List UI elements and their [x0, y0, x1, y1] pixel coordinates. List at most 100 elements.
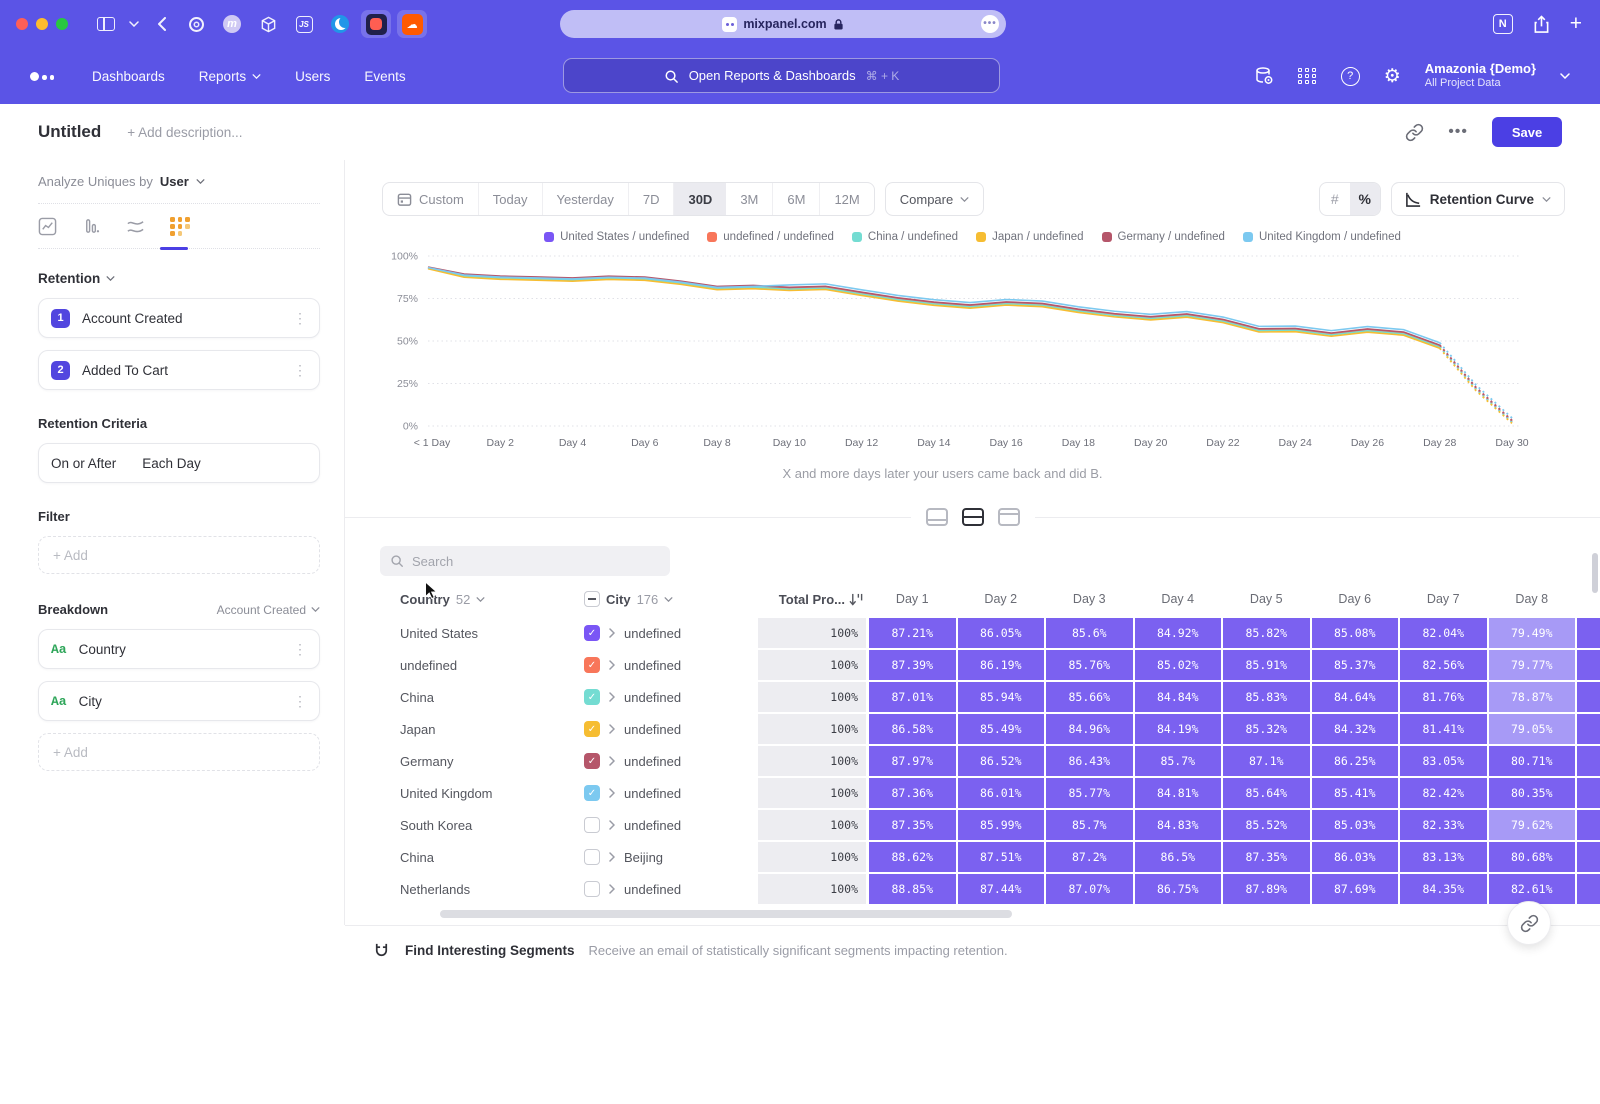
column-header-day[interactable]: Day 6 — [1311, 592, 1400, 606]
close-window-button[interactable] — [16, 18, 28, 30]
retention-cell[interactable]: 85.52% — [1223, 810, 1310, 840]
row-checkbox[interactable]: ✓ — [584, 625, 600, 641]
report-title[interactable]: Untitled — [38, 122, 101, 142]
retention-cell[interactable]: 85.91% — [1223, 650, 1310, 680]
save-button[interactable]: Save — [1492, 117, 1562, 147]
column-header-day[interactable]: Day 2 — [957, 592, 1046, 606]
chevron-right-icon[interactable] — [609, 659, 615, 671]
retention-cell[interactable]: 85.08% — [1312, 618, 1399, 648]
step-card-2[interactable]: 2 Added To Cart ⋮ — [38, 350, 320, 390]
retention-cell[interactable]: 86.05% — [958, 618, 1045, 648]
percent-toggle[interactable]: % — [1350, 183, 1380, 215]
column-header-country[interactable]: Country 52 — [380, 592, 560, 607]
tab-retention[interactable] — [170, 217, 190, 236]
retention-cell[interactable]: 85.66% — [1046, 682, 1133, 712]
kebab-menu-icon[interactable]: ⋮ — [293, 641, 307, 658]
retention-cell[interactable]: 88.62% — [869, 842, 956, 872]
tab-insights[interactable] — [38, 217, 57, 236]
retention-cell[interactable] — [1577, 842, 1600, 872]
legend-item[interactable]: Germany / undefined — [1102, 231, 1225, 243]
chevron-right-icon[interactable] — [609, 851, 615, 863]
retention-cell[interactable]: 85.94% — [958, 682, 1045, 712]
legend-item[interactable]: undefined / undefined — [707, 231, 834, 243]
retention-criteria-card[interactable]: On or After Each Day — [38, 443, 320, 483]
retention-cell[interactable] — [1577, 682, 1600, 712]
retention-cell[interactable]: 85.49% — [958, 714, 1045, 744]
compare-button[interactable]: Compare — [885, 182, 984, 216]
back-icon[interactable] — [158, 17, 166, 31]
retention-cell[interactable]: 83.05% — [1400, 746, 1487, 776]
retention-cell[interactable]: 87.89% — [1223, 874, 1310, 904]
chevron-right-icon[interactable] — [609, 755, 615, 767]
row-checkbox[interactable]: ✓ — [584, 721, 600, 737]
retention-cell[interactable]: 84.96% — [1046, 714, 1133, 744]
retention-cell[interactable]: 86.75% — [1135, 874, 1222, 904]
retention-cell[interactable]: 87.1% — [1223, 746, 1310, 776]
retention-cell[interactable]: 87.21% — [869, 618, 956, 648]
retention-cell[interactable]: 84.81% — [1135, 778, 1222, 808]
range-12m[interactable]: 12M — [820, 183, 873, 215]
retention-cell[interactable]: 86.5% — [1135, 842, 1222, 872]
retention-cell[interactable]: 86.52% — [958, 746, 1045, 776]
retention-cell[interactable]: 84.64% — [1312, 682, 1399, 712]
chevron-right-icon[interactable] — [609, 691, 615, 703]
retention-cell[interactable]: 86.25% — [1312, 746, 1399, 776]
global-search-button[interactable]: Open Reports & Dashboards ⌘ + K — [563, 58, 1000, 93]
retention-cell[interactable]: 85.83% — [1223, 682, 1310, 712]
retention-cell[interactable]: 87.44% — [958, 874, 1045, 904]
chevron-right-icon[interactable] — [609, 787, 615, 799]
retention-cell[interactable]: 87.35% — [869, 810, 956, 840]
nav-users[interactable]: Users — [295, 69, 330, 84]
breakdown-event-dropdown[interactable]: Account Created — [217, 603, 320, 617]
row-checkbox[interactable]: ✓ — [584, 657, 600, 673]
column-header-day[interactable]: Day 5 — [1222, 592, 1311, 606]
legend-item[interactable]: United Kingdom / undefined — [1243, 231, 1401, 243]
settings-gear-icon[interactable]: ⚙ — [1384, 67, 1401, 86]
retention-cell[interactable]: 87.36% — [869, 778, 956, 808]
retention-cell[interactable]: 81.76% — [1400, 682, 1487, 712]
retention-cell[interactable]: 79.62% — [1489, 810, 1576, 840]
retention-cell[interactable]: 84.35% — [1400, 874, 1487, 904]
chevron-right-icon[interactable] — [609, 883, 615, 895]
retention-cell[interactable]: 84.32% — [1312, 714, 1399, 744]
chart-type-dropdown[interactable]: Retention Curve — [1391, 182, 1565, 216]
retention-cell[interactable]: 79.49% — [1489, 618, 1576, 648]
horizontal-scrollbar-thumb[interactable] — [440, 910, 1012, 918]
tab-browser-icon[interactable] — [325, 10, 355, 38]
breakdown-card-city[interactable]: Aa City ⋮ — [38, 681, 320, 721]
chart-only-view-icon[interactable] — [923, 503, 951, 531]
tab-funnels[interactable] — [82, 217, 101, 236]
range-3m[interactable]: 3M — [726, 183, 773, 215]
url-bar[interactable]: mixpanel.com ••• — [560, 10, 1006, 38]
retention-cell[interactable]: 85.76% — [1046, 650, 1133, 680]
retention-cell[interactable]: 82.33% — [1400, 810, 1487, 840]
find-interesting-segments[interactable]: Find Interesting Segments Receive an ema… — [372, 925, 1008, 976]
apps-grid-icon[interactable] — [1298, 68, 1317, 84]
chevron-right-icon[interactable] — [609, 819, 615, 831]
retention-cell[interactable]: 86.43% — [1046, 746, 1133, 776]
kebab-menu-icon[interactable]: ⋮ — [293, 693, 307, 710]
retention-cell[interactable]: 82.42% — [1400, 778, 1487, 808]
table-search-input[interactable] — [412, 554, 660, 569]
minimize-window-button[interactable] — [36, 18, 48, 30]
range-6m[interactable]: 6M — [773, 183, 820, 215]
legend-item[interactable]: United States / undefined — [544, 231, 689, 243]
retention-cell[interactable]: 85.64% — [1223, 778, 1310, 808]
row-checkbox[interactable] — [584, 881, 600, 897]
retention-cell[interactable] — [1577, 874, 1600, 904]
retention-cell[interactable] — [1577, 746, 1600, 776]
share-icon[interactable] — [1533, 15, 1550, 34]
retention-cell[interactable] — [1577, 778, 1600, 808]
retention-cell[interactable]: 79.05% — [1489, 714, 1576, 744]
column-header-day[interactable]: Day 1 — [868, 592, 957, 606]
tab-cube-icon[interactable] — [253, 10, 283, 38]
chevron-down-icon[interactable] — [129, 21, 139, 27]
project-switcher[interactable]: Amazonia {Demo} All Project Data — [1425, 61, 1536, 91]
vertical-scrollbar-thumb[interactable] — [1592, 553, 1598, 593]
kebab-menu-icon[interactable]: ⋮ — [293, 362, 307, 379]
retention-cell[interactable]: 85.02% — [1135, 650, 1222, 680]
retention-cell[interactable]: 80.71% — [1489, 746, 1576, 776]
criteria-interval-dropdown[interactable]: Each Day — [142, 456, 201, 471]
nav-events[interactable]: Events — [364, 69, 405, 84]
retention-cell[interactable]: 82.04% — [1400, 618, 1487, 648]
